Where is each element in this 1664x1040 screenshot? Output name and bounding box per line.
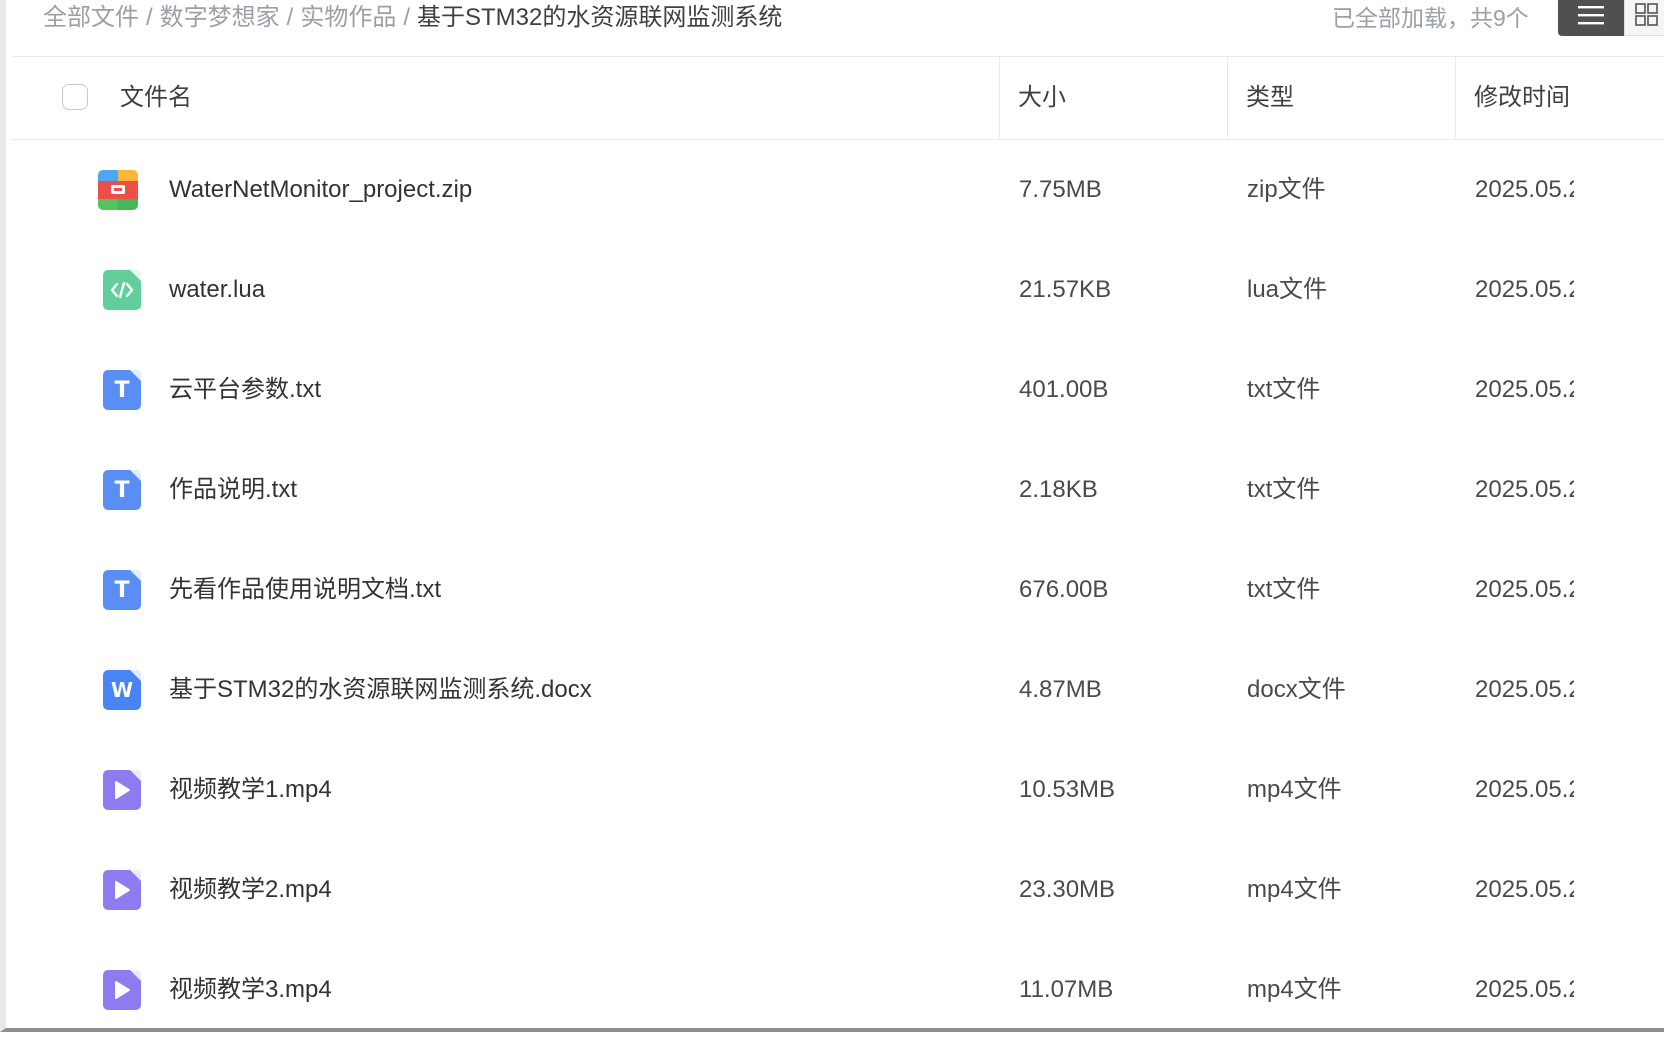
word-doc-icon: W [103,670,141,710]
text-file-icon: T [103,470,141,510]
file-name[interactable]: 作品说明.txt [169,440,297,540]
file-type: mp4文件 [1247,976,1342,1003]
video-file-icon [103,770,141,810]
breadcrumb-item-all-files[interactable]: 全部文件 [43,4,139,31]
zip-archive-icon [98,170,138,210]
file-name[interactable]: WaterNetMonitor_project.zip [169,140,472,240]
file-modified-time: 2025.05.2 [1475,276,1574,303]
table-row[interactable]: T 先看作品使用说明文档.txt 676.00B txt文件 2025.05.2 [12,540,1664,640]
table-row[interactable]: 视频教学2.mp4 23.30MB mp4文件 2025.05.2 [12,840,1664,940]
file-modified-time: 2025.05.2 [1475,976,1574,1003]
file-type: mp4文件 [1247,776,1342,803]
table-row[interactable]: water.lua 21.57KB lua文件 2025.05.2 [12,240,1664,340]
file-modified-time: 2025.05.2 [1475,776,1574,803]
file-size: 7.75MB [1019,176,1102,203]
grid-view-icon [1635,3,1658,26]
table-row[interactable]: WaterNetMonitor_project.zip 7.75MB zip文件… [12,140,1664,240]
table-row[interactable]: T 云平台参数.txt 401.00B txt文件 2025.05.2 [12,340,1664,440]
file-type: txt文件 [1247,376,1321,403]
file-size: 676.00B [1019,576,1109,603]
column-divider [1455,57,1456,139]
column-header-name[interactable]: 文件名 [120,57,192,139]
file-size: 2.18KB [1019,476,1098,503]
file-size: 11.07MB [1019,976,1114,1003]
load-status-text: 已全部加载，共9个 [1332,5,1529,31]
file-table-body: WaterNetMonitor_project.zip 7.75MB zip文件… [12,140,1664,1040]
file-modified-time: 2025.05.2 [1475,476,1574,503]
code-file-icon [103,270,141,310]
breadcrumb: 全部文件 / 数字梦想家 / 实物作品 / 基于STM32的水资源联网监测系统 [43,3,782,33]
grid-view-button[interactable] [1624,0,1664,36]
file-modified-time: 2025.05.2 [1475,576,1574,603]
video-file-icon [103,870,141,910]
column-header-type[interactable]: 类型 [1246,57,1294,139]
file-name[interactable]: 云平台参数.txt [169,340,321,440]
breadcrumb-separator: / [146,4,153,31]
file-type: docx文件 [1247,676,1346,703]
column-divider [1227,57,1228,139]
file-type: mp4文件 [1247,876,1342,903]
list-view-button[interactable] [1558,0,1624,36]
table-row[interactable]: 视频教学1.mp4 10.53MB mp4文件 2025.05.2 [12,740,1664,840]
file-name[interactable]: 视频教学1.mp4 [169,740,332,840]
file-modified-time: 2025.05.2 [1475,676,1574,703]
file-name[interactable]: 先看作品使用说明文档.txt [169,540,441,640]
file-list-panel: 全部文件 / 数字梦想家 / 实物作品 / 基于STM32的水资源联网监测系统 已全部加载，… [0,0,1664,1032]
file-type: zip文件 [1247,176,1326,203]
column-header-size[interactable]: 大小 [1018,57,1066,139]
breadcrumb-item-digital-dreamer[interactable]: 数字梦想家 [160,4,280,31]
table-row[interactable]: T 作品说明.txt 2.18KB txt文件 2025.05.2 [12,440,1664,540]
file-size: 23.30MB [1019,876,1116,903]
file-size: 10.53MB [1019,776,1116,803]
file-name[interactable]: 基于STM32的水资源联网监测系统.docx [169,640,592,740]
breadcrumb-item-physical-works[interactable]: 实物作品 [300,4,396,31]
file-size: 401.00B [1019,376,1109,403]
file-name[interactable]: water.lua [169,240,265,340]
video-file-icon [103,970,141,1010]
file-size: 21.57KB [1019,276,1112,303]
file-size: 4.87MB [1019,676,1102,703]
file-name[interactable]: 视频教学3.mp4 [169,940,332,1040]
file-modified-time: 2025.05.2 [1475,176,1574,203]
table-header: 文件名 大小 类型 修改时间 [12,57,1664,140]
table-row[interactable]: W 基于STM32的水资源联网监测系统.docx 4.87MB docx文件 2… [12,640,1664,740]
select-all-checkbox[interactable] [62,84,88,110]
column-divider [999,57,1000,139]
file-modified-time: 2025.05.2 [1475,876,1574,903]
table-row[interactable]: 视频教学3.mp4 11.07MB mp4文件 2025.05.2 [12,940,1664,1040]
text-file-icon: T [103,570,141,610]
breadcrumb-separator: / [403,4,411,31]
column-header-modified[interactable]: 修改时间 [1474,57,1570,139]
view-toggle [1558,0,1664,36]
text-file-icon: T [103,370,141,410]
file-type: lua文件 [1247,276,1328,303]
breadcrumb-current-folder: 基于STM32的水资源联网监测系统 [417,4,783,31]
breadcrumb-separator: / [286,4,294,31]
file-type: txt文件 [1247,576,1321,603]
file-type: txt文件 [1247,476,1321,503]
list-view-icon [1578,6,1604,25]
file-modified-time: 2025.05.2 [1475,376,1574,403]
file-name[interactable]: 视频教学2.mp4 [169,840,332,940]
